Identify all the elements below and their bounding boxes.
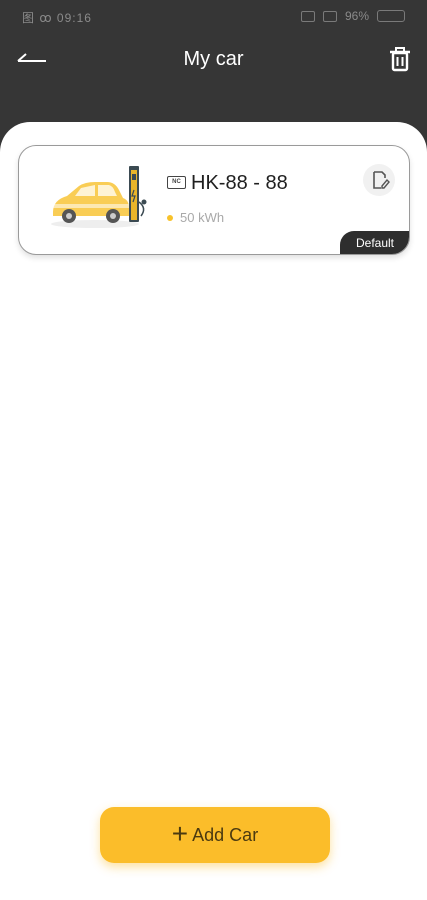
battery-percent: 96% [344,9,369,23]
status-right: 96% [300,9,405,23]
plate-type-badge: NC [167,176,186,189]
capacity-indicator [167,215,173,221]
wifi-icon [322,10,337,22]
battery-icon [377,10,405,22]
status-bar: 图 ꝏ 09:16 96% [0,0,427,34]
signal-icon [300,10,315,22]
edit-document-icon [373,171,390,189]
car-card[interactable]: NC HK-88 - 88 50 kWh Default [18,145,410,255]
status-time: 图 ꝏ 09:16 [22,11,92,25]
add-car-label: Add Car [192,824,259,845]
trash-icon [390,47,410,72]
plus-icon: + [171,817,189,849]
battery-capacity: 50 kWh [180,210,225,225]
delete-button[interactable] [387,46,413,74]
default-tag: Default [340,231,409,254]
status-left: 图 ꝏ 09:16 [22,9,92,26]
page-title: My car [183,48,244,70]
add-car-button[interactable]: + Add Car [100,807,330,863]
edit-car-button[interactable] [363,164,395,196]
car-charging-illustration [51,166,147,228]
car-plate-number: HK-88 - 88 [191,172,288,194]
